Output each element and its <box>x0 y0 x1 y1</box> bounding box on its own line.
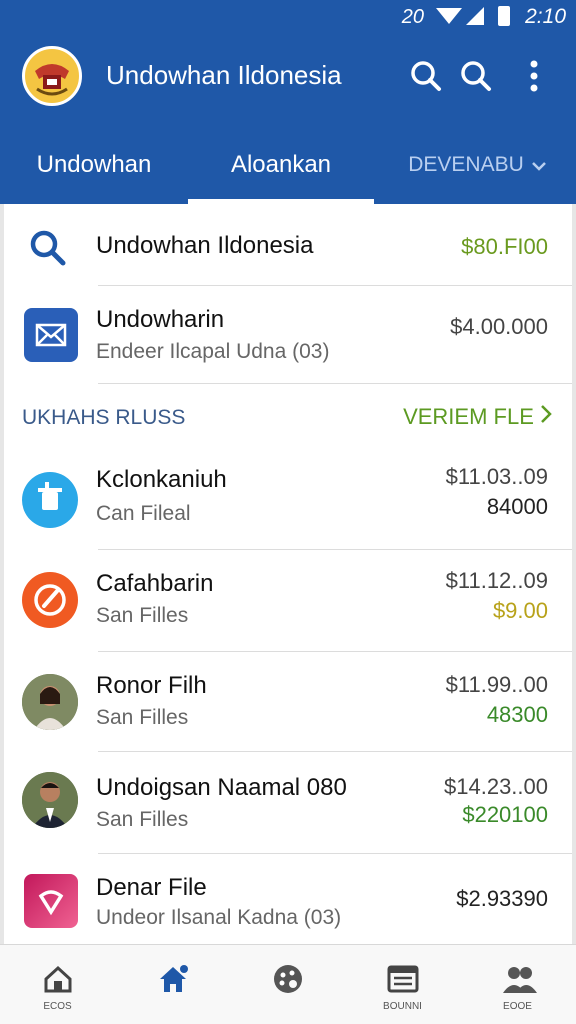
status-time: 2:10 <box>525 5 566 28</box>
chevron-right-icon <box>541 405 552 423</box>
search-icon[interactable] <box>458 58 494 94</box>
palette-icon <box>272 963 304 995</box>
search-icon <box>28 228 68 268</box>
item-amount: $14.23..00 <box>444 774 548 799</box>
list-item[interactable]: Kclonkaniuh Can Fileal $11.03..09 84000 <box>4 450 572 550</box>
item-subtitle: San Filles <box>96 706 189 729</box>
nav-item-home[interactable] <box>115 945 230 1024</box>
item-subtitle: Can Fileal <box>96 502 191 525</box>
tab-label: Undowhan <box>36 151 152 178</box>
item-amount-secondary: $220100 <box>462 802 548 827</box>
nav-label: BOUNNI <box>383 1001 422 1012</box>
list-item[interactable]: Denar File Undeor Ilsanal Kadna (03) $2.… <box>4 854 572 944</box>
item-amount: $80.FI00 <box>461 234 548 259</box>
item-title: Cafahbarin <box>96 570 214 597</box>
item-amount: $11.03..09 <box>445 464 548 489</box>
item-title: Undowhan Ildonesia <box>96 232 314 259</box>
nav-item-bounni[interactable]: BOUNNI <box>345 945 460 1024</box>
view-all-link[interactable]: VERIEM FLE <box>403 404 552 430</box>
item-amount: $11.99..00 <box>445 672 548 697</box>
section-label: UKHAHS RLUSS <box>22 406 186 429</box>
item-title: Kclonkaniuh <box>96 466 227 493</box>
list-item[interactable]: Ronor Filh San Filles $11.99..00 48300 <box>4 652 572 752</box>
woman-avatar <box>22 674 78 730</box>
signal-icon <box>466 7 484 25</box>
battery-icon <box>498 6 510 26</box>
nav-label: EOOE <box>503 1001 532 1012</box>
pen-icon <box>22 572 78 628</box>
tab-aloankan[interactable]: Aloankan <box>188 126 374 204</box>
list-item[interactable]: Cafahbarin San Filles $11.12..09 $9.00 <box>4 550 572 652</box>
nav-item-ecos[interactable]: ECOS <box>0 945 115 1024</box>
item-title: Undoigsan Naamal 080 <box>96 774 347 801</box>
list-item[interactable]: Undowhan Ildonesia $80.FI00 <box>4 204 572 286</box>
cup-icon <box>22 472 78 528</box>
tab-label: Aloankan <box>230 151 332 178</box>
item-amount-secondary: 84000 <box>486 494 548 519</box>
nav-label: ECOS <box>43 1001 72 1012</box>
section-header: UKHAHS RLUSS VERIEM FLE <box>4 384 572 450</box>
app-bar: Undowhan Ildonesia <box>0 34 576 126</box>
status-bar: 20 2:10 <box>0 0 576 34</box>
view-all-label: VERIEM FLE <box>403 404 534 429</box>
nav-item-eooe[interactable]: EOOE <box>460 945 575 1024</box>
app-logo <box>22 46 82 106</box>
people-icon <box>502 963 537 995</box>
item-subtitle: San Filles <box>96 604 189 627</box>
bottom-nav: ECOS BOUNNI EOOE <box>0 944 576 1024</box>
tab-undowhan[interactable]: Undowhan <box>0 126 188 204</box>
list-item[interactable]: Undoigsan Naamal 080 San Filles $14.23..… <box>4 752 572 854</box>
nav-item-palette[interactable] <box>230 945 345 1024</box>
chevron-down-icon <box>531 126 546 204</box>
home-active-icon <box>157 963 189 995</box>
item-title: Denar File <box>96 874 207 901</box>
status-text: 20 <box>401 6 424 28</box>
tab-devenabu[interactable]: DEVENABU <box>392 126 562 204</box>
search-icon[interactable] <box>408 58 444 94</box>
man-avatar <box>22 772 78 828</box>
item-subtitle: San Filles <box>96 808 189 831</box>
item-subtitle: Undeor Ilsanal Kadna (03) <box>96 906 342 929</box>
item-title: Undowharin <box>96 306 225 333</box>
list-icon <box>387 963 419 995</box>
item-amount-secondary: 48300 <box>486 702 548 727</box>
item-subtitle: Endeer Ilcapal Udna (03) <box>96 340 330 363</box>
more-vert-icon[interactable] <box>528 58 564 94</box>
list-item[interactable]: Undowharin Endeer Ilcapal Udna (03) $4.0… <box>4 286 572 384</box>
app-icon <box>24 874 78 928</box>
item-amount: $11.12..09 <box>445 568 548 593</box>
wifi-icon <box>436 8 462 24</box>
house-icon <box>42 963 74 995</box>
item-amount: $2.93390 <box>456 886 548 911</box>
item-amount: $4.00.000 <box>450 314 548 339</box>
tab-bar: Undowhan Aloankan DEVENABU <box>0 126 576 204</box>
item-amount-secondary: $9.00 <box>492 598 548 623</box>
mail-icon <box>24 308 78 362</box>
app-title: Undowhan Ildonesia <box>106 60 342 90</box>
item-title: Ronor Filh <box>96 672 207 699</box>
tab-label: DEVENABU <box>408 153 524 176</box>
content-list: Undowhan Ildonesia $80.FI00 Undowharin E… <box>0 204 576 944</box>
